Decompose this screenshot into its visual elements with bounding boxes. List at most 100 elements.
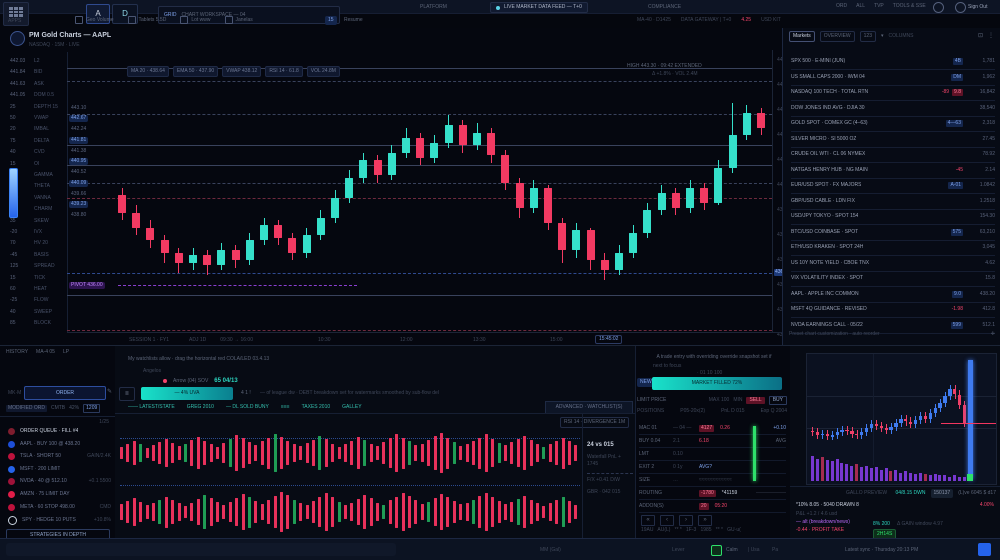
ticket-row[interactable]: ADDON(S)2005:20: [639, 500, 786, 513]
watchlist-settings-icon[interactable]: ⊡: [978, 32, 983, 40]
order-list-item[interactable]: MSFT · 200 LIMIT: [8, 466, 111, 473]
ticket-row[interactable]: BUY 0.042.16.18AVG: [639, 435, 786, 448]
order-list-item[interactable]: TSLA · SHORT 50GAIN/2.4K: [8, 453, 111, 460]
legend-chip[interactable]: EMA 50 · 437.90: [173, 66, 218, 77]
legend-chip[interactable]: VOL 24.8M: [307, 66, 340, 77]
watchlist-row[interactable]: GBP/USD CABLE · LDN FIX1.2518: [791, 194, 995, 210]
top-link-tvp[interactable]: TVP: [874, 3, 884, 10]
mini-candle: [880, 426, 883, 429]
watchlist-row[interactable]: SPX 500 · E-MINI (JUN)4B1,781: [791, 54, 995, 70]
main-chart[interactable]: MA 20 · 438.64 EMA 50 · 437.90 VWAP 438.12…: [67, 50, 772, 332]
market-filled-bar[interactable]: MARKET FILLED 72%: [652, 377, 782, 390]
kebab-menu-icon[interactable]: ⋮: [988, 32, 994, 40]
ticket-col-header[interactable]: POSITIONS: [637, 408, 664, 415]
scan-progress-bar[interactable]: — 4% UVA: [141, 387, 233, 400]
toolbar-item-geo-volume[interactable]: Geo Volume: [75, 16, 114, 24]
toolbar-item-tablets-5-5d[interactable]: Tablets 5.5D: [128, 16, 167, 24]
legend-chip[interactable]: RSI 14 · 61.8: [265, 66, 302, 77]
order-list-item[interactable]: ORDER QUEUE · FILL #4: [8, 428, 111, 435]
feed-icon[interactable]: [711, 545, 722, 556]
watchlist-view-button[interactable]: OVERVIEW: [820, 31, 855, 42]
candle: [317, 218, 325, 236]
time-tick[interactable]: 15:00: [550, 337, 563, 344]
symbol-avatar-icon[interactable]: [10, 31, 25, 46]
toolbar-item-lot-www[interactable]: Lot www: [180, 16, 210, 24]
toolbar-count-chip[interactable]: 15: [325, 16, 337, 25]
refresh-icon[interactable]: [955, 2, 966, 13]
top-link-all[interactable]: ALL: [856, 3, 865, 10]
watchlist-columns-count[interactable]: 123: [860, 31, 876, 42]
top-link-tools & sse[interactable]: TOOLS & SSE: [893, 3, 926, 10]
order-list-item[interactable]: META · 60 STOP 498.00CMD: [8, 504, 111, 511]
depth-gauge[interactable]: [9, 168, 18, 218]
time-current-chip[interactable]: 15:45:02: [595, 335, 622, 344]
pencil-icon[interactable]: ✎: [107, 388, 112, 396]
signout-button[interactable]: Sign Out: [968, 4, 987, 11]
orders-tab[interactable]: HISTORY: [6, 349, 28, 356]
watchlist-row[interactable]: AAPL · APPLE INC COMMON9.0438.20: [791, 287, 995, 303]
mini-strip-chip[interactable]: 150137: [931, 489, 954, 498]
pager-button[interactable]: «: [641, 515, 655, 526]
pager-button[interactable]: ‹: [660, 515, 674, 526]
ticket-row[interactable]: LMT0.10: [639, 448, 786, 461]
order-list-item[interactable]: AAPL · BUY 100 @ 438.20: [8, 441, 111, 448]
watchlist-row[interactable]: US 10Y NOTE YIELD · CBOE TNX4.62: [791, 256, 995, 272]
watchlist-row[interactable]: ETH/USD KRAKEN · SPOT 24H3,045: [791, 240, 995, 256]
watchlist-row[interactable]: US SMALL CAPS 2000 · IWM 04DM1,962: [791, 70, 995, 86]
time-tick[interactable]: 12:00: [400, 337, 413, 344]
watchlist-row[interactable]: SILVER MICRO · SI 5000 OZ27.45: [791, 132, 995, 148]
ticket-col-header[interactable]: PnL D 015: [721, 408, 744, 415]
watchlist-row[interactable]: MSFT 4Q GUIDANCE · REVISED-1.98412.8: [791, 302, 995, 318]
menu-icon[interactable]: ≣: [119, 387, 135, 401]
legend-chip[interactable]: VWAP 438.12: [222, 66, 261, 77]
order-list-item[interactable]: NVDA · 40 @ 512.10+0.1 5500: [8, 478, 111, 485]
ticket-ctrl[interactable]: MIN: [733, 397, 742, 404]
watchlist-row[interactable]: GOLD SPOT · COMEX GC (4–63)4—632,318: [791, 116, 995, 132]
ticket-col-header[interactable]: P05-20x(2): [680, 408, 705, 415]
pin-icon[interactable]: ✛: [991, 331, 995, 338]
ticket-row[interactable]: SIZE…≈≈≈≈≈≈≈≈≈≈≈≈: [639, 474, 786, 487]
order-type-input[interactable]: ORDER: [24, 386, 106, 400]
mini-chart[interactable]: [806, 353, 997, 485]
pager-button[interactable]: ›: [679, 515, 693, 526]
watchlist-symbol: NATGAS HENRY HUB · NG MAIN: [791, 167, 868, 174]
watchlist-row[interactable]: EUR/USD SPOT · FX MAJORSA-011.0842: [791, 178, 995, 194]
symbol-title[interactable]: PM Gold Charts — AAPL: [29, 31, 111, 40]
watchlist-row[interactable]: VIX VOLATILITY INDEX · SPOT15.8: [791, 271, 995, 287]
time-tick[interactable]: 10:30: [318, 337, 331, 344]
buy-button[interactable]: BUY: [769, 396, 787, 405]
watchlist-row[interactable]: CRUDE OIL WTI · CL 06 NYMEX78.92: [791, 147, 995, 163]
ticket-ctrl[interactable]: MAX 100: [709, 397, 730, 404]
ticket-row[interactable]: MAC 01— 04 —41270.26+0.10: [639, 422, 786, 435]
order-list-item[interactable]: AMZN · 75 LIMIT DAY: [8, 491, 111, 498]
watchlist-row[interactable]: USD/JPY TOKYO · SPOT 154154.30: [791, 209, 995, 225]
watchlist-row[interactable]: DOW JONES IND AVG · DJIA 3038,540: [791, 101, 995, 117]
ticket-col-header[interactable]: Exp Q 2004: [761, 408, 787, 415]
watchlist-tab-markets[interactable]: Markets: [789, 31, 815, 42]
pager-button[interactable]: »: [698, 515, 712, 526]
watchlist-row[interactable]: NATGAS HENRY HUB · NG MAIN-452.14: [791, 163, 995, 179]
status-t3[interactable]: Calm: [726, 547, 738, 554]
apps-menu-button[interactable]: APPS: [3, 2, 29, 26]
ticket-c1: BUY 0.04: [639, 438, 667, 445]
watchlist-row[interactable]: NASDAQ 100 TECH · TOTAL RTN-899.816,842: [791, 85, 995, 101]
order-list-item[interactable]: SPY · HEDGE 10 PUTS+10.8%: [8, 516, 111, 525]
live-feed-pill[interactable]: LIVE MARKET DATA FEED — T+0: [490, 2, 588, 13]
legend-chip[interactable]: MA 20 · 438.64: [127, 66, 169, 77]
resume-button[interactable]: Resume: [344, 17, 363, 24]
orders-tab[interactable]: LP: [63, 349, 69, 356]
watchlist-row[interactable]: BTC/USD COINBASE · SPOT57563,210: [791, 225, 995, 241]
globe-icon[interactable]: [933, 2, 944, 13]
sell-button[interactable]: SELL: [746, 397, 764, 404]
layout-icon[interactable]: [978, 543, 991, 556]
chevron-down-icon[interactable]: ▾: [881, 33, 884, 40]
top-link-ord[interactable]: ORD: [836, 3, 847, 10]
status-left-bar[interactable]: [6, 543, 396, 556]
ticket-row[interactable]: EXIT 20 1yAVG?: [639, 461, 786, 474]
columns-label[interactable]: COLUMNS: [889, 33, 914, 40]
time-axis[interactable]: SESSION 1 · FY1ADJ 1D09:30 → 16:0010:301…: [67, 332, 800, 346]
time-tick[interactable]: 13:30: [473, 337, 486, 344]
orders-tab[interactable]: MA-4 05: [36, 349, 55, 356]
toolbar-item-janelas[interactable]: Janelas: [225, 16, 253, 24]
ticket-row[interactable]: ROUTING-1780*41159——————: [639, 487, 786, 500]
